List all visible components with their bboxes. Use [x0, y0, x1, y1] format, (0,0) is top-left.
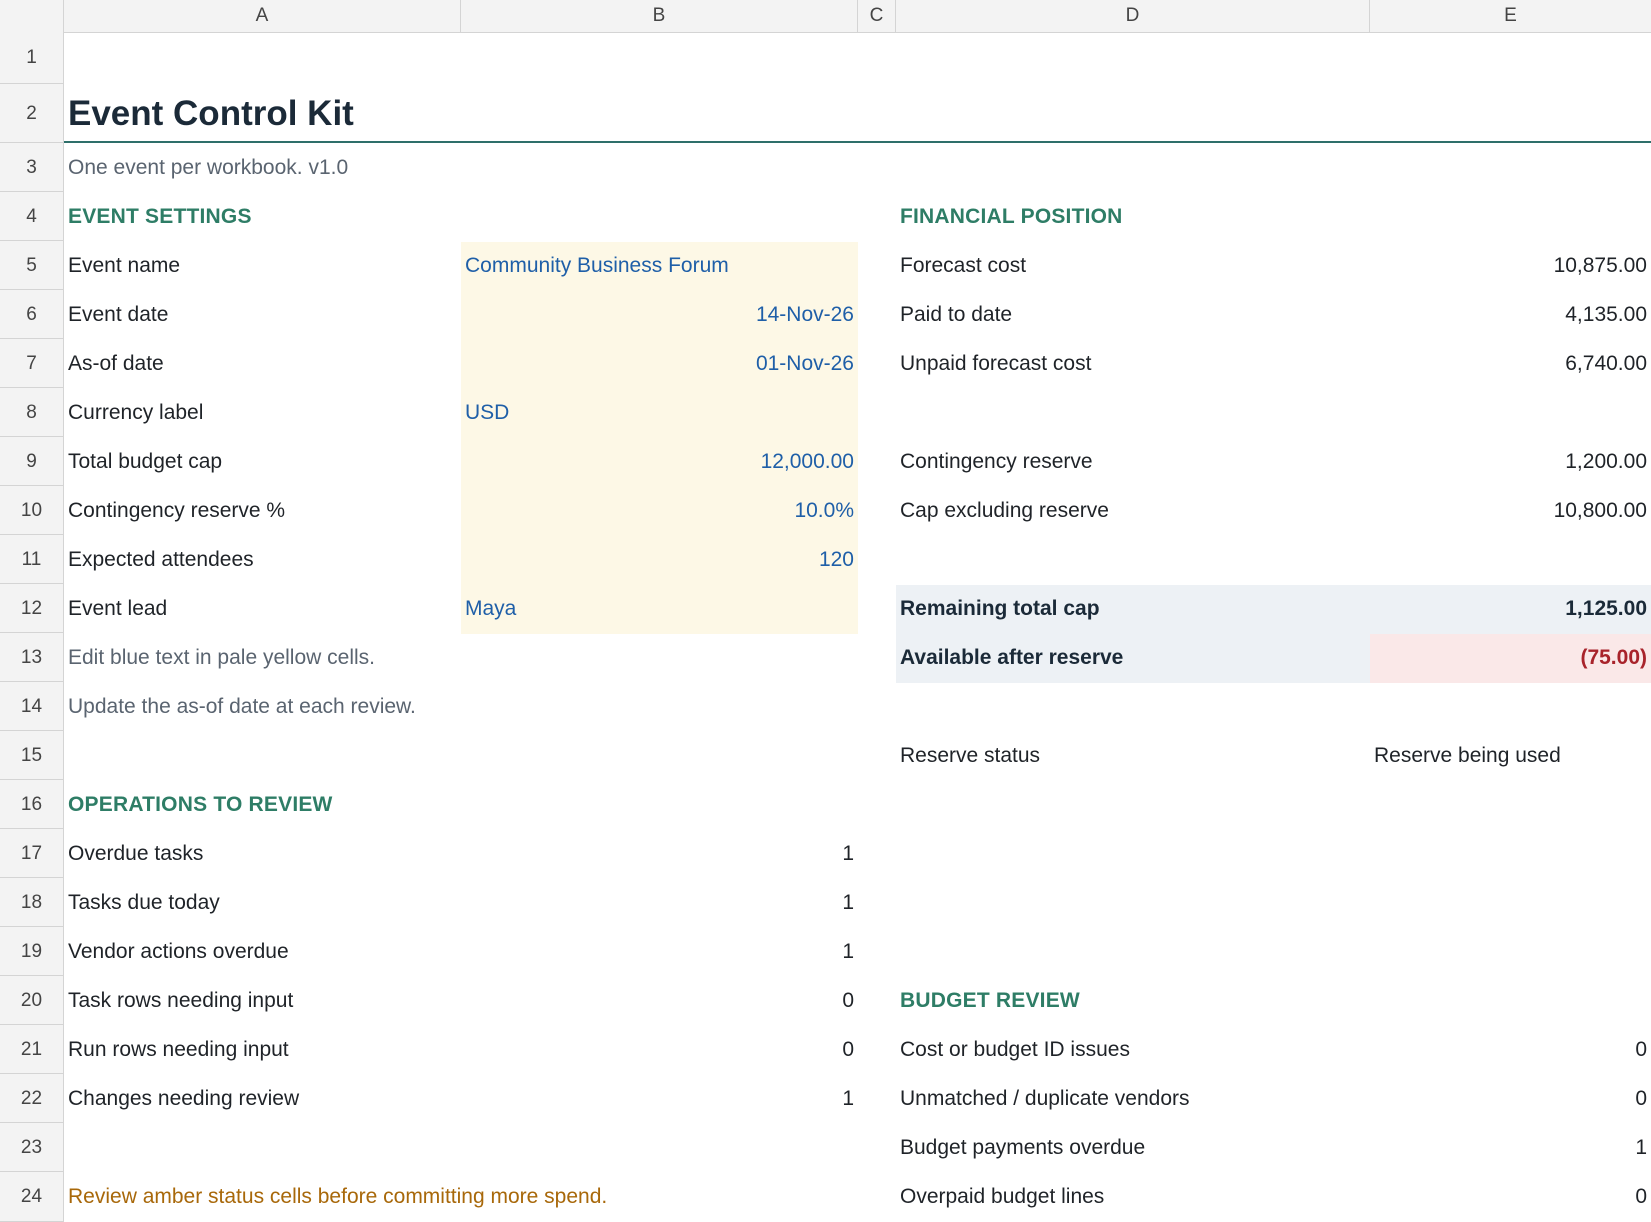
operations-value[interactable]: 1	[461, 1074, 858, 1123]
column-header-c[interactable]: C	[858, 0, 896, 32]
attendees-input[interactable]: 120	[461, 535, 858, 584]
column-header-d[interactable]: D	[896, 0, 1370, 32]
row-header[interactable]: 21	[0, 1025, 63, 1074]
finance-label[interactable]: Paid to date	[896, 290, 1370, 339]
row-header[interactable]: 12	[0, 584, 63, 633]
column-header-bar: A B C D E	[0, 0, 1651, 33]
finance-label[interactable]: Unpaid forecast cost	[896, 339, 1370, 388]
event-lead-input[interactable]: Maya	[461, 584, 858, 633]
operations-heading[interactable]: OPERATIONS TO REVIEW	[64, 780, 337, 829]
setting-label[interactable]: Event lead	[64, 584, 461, 633]
budget-review-label[interactable]: Overpaid budget lines	[896, 1172, 1370, 1222]
row-header-bar: 1 2 3 4 5 6 7 8 9 10 11 12 13 14 15 16 1…	[0, 32, 64, 1222]
event-settings-heading[interactable]: EVENT SETTINGS	[64, 192, 256, 241]
event-name-input[interactable]: Community Business Forum	[461, 241, 858, 290]
event-date-input[interactable]: 14-Nov-26	[461, 290, 858, 339]
operations-value[interactable]: 1	[461, 829, 858, 878]
operations-label[interactable]: Changes needing review	[64, 1074, 461, 1123]
finance-label[interactable]: Available after reserve	[896, 633, 1370, 682]
row-header[interactable]: 6	[0, 290, 63, 339]
row-header[interactable]: 5	[0, 241, 63, 290]
finance-label[interactable]: Contingency reserve	[896, 437, 1370, 486]
row-header[interactable]: 8	[0, 388, 63, 437]
setting-label[interactable]: Event date	[64, 290, 461, 339]
row-header[interactable]: 9	[0, 437, 63, 486]
operations-label[interactable]: Vendor actions overdue	[64, 927, 461, 976]
spreadsheet: A B C D E 1 2 3 4 5 6 7 8 9 10 11 12 13 …	[0, 0, 1651, 1222]
operations-value[interactable]: 1	[461, 927, 858, 976]
column-header-a[interactable]: A	[64, 0, 461, 32]
operations-label[interactable]: Overdue tasks	[64, 829, 461, 878]
paid-to-date-value[interactable]: 4,135.00	[1370, 290, 1651, 339]
budget-review-heading[interactable]: BUDGET REVIEW	[896, 976, 1084, 1025]
operations-value[interactable]: 0	[461, 1025, 858, 1074]
page-title[interactable]: Event Control Kit	[64, 84, 358, 143]
operations-value[interactable]: 0	[461, 976, 858, 1025]
operations-label[interactable]: Tasks due today	[64, 878, 461, 927]
budget-review-value[interactable]: 0	[1370, 1172, 1651, 1222]
row-header[interactable]: 10	[0, 486, 63, 535]
amber-warning-note[interactable]: Review amber status cells before committ…	[64, 1172, 611, 1222]
setting-label[interactable]: Currency label	[64, 388, 461, 437]
instruction-note[interactable]: Edit blue text in pale yellow cells.	[64, 633, 379, 682]
operations-value[interactable]: 1	[461, 878, 858, 927]
row-header[interactable]: 7	[0, 339, 63, 388]
instruction-note[interactable]: Update the as-of date at each review.	[64, 682, 420, 731]
contingency-reserve-value[interactable]: 1,200.00	[1370, 437, 1651, 486]
row-header[interactable]: 14	[0, 682, 63, 731]
setting-label[interactable]: Expected attendees	[64, 535, 461, 584]
financial-position-heading[interactable]: FINANCIAL POSITION	[896, 192, 1127, 241]
row-header[interactable]: 13	[0, 633, 63, 682]
budget-review-label[interactable]: Budget payments overdue	[896, 1123, 1370, 1172]
page-subtitle[interactable]: One event per workbook. v1.0	[64, 143, 352, 192]
select-all-corner[interactable]	[0, 0, 64, 32]
finance-label[interactable]: Reserve status	[896, 731, 1370, 780]
finance-label[interactable]: Remaining total cap	[896, 584, 1370, 633]
setting-label[interactable]: Event name	[64, 241, 461, 290]
as-of-date-input[interactable]: 01-Nov-26	[461, 339, 858, 388]
row-header[interactable]: 11	[0, 535, 63, 584]
remaining-total-cap-value[interactable]: 1,125.00	[1370, 584, 1651, 633]
unpaid-forecast-value[interactable]: 6,740.00	[1370, 339, 1651, 388]
row-header[interactable]: 16	[0, 780, 63, 829]
row-header[interactable]: 18	[0, 878, 63, 927]
available-after-reserve-value[interactable]: (75.00)	[1370, 633, 1651, 682]
row-header[interactable]: 22	[0, 1074, 63, 1123]
row-header[interactable]: 3	[0, 143, 63, 192]
finance-label[interactable]: Forecast cost	[896, 241, 1370, 290]
cap-excluding-reserve-value[interactable]: 10,800.00	[1370, 486, 1651, 535]
operations-label[interactable]: Task rows needing input	[64, 976, 461, 1025]
budget-review-label[interactable]: Cost or budget ID issues	[896, 1025, 1370, 1074]
column-header-b[interactable]: B	[461, 0, 858, 32]
forecast-cost-value[interactable]: 10,875.00	[1370, 241, 1651, 290]
column-header-e[interactable]: E	[1370, 0, 1651, 32]
row-header[interactable]: 24	[0, 1172, 63, 1222]
currency-input[interactable]: USD	[461, 388, 858, 437]
row-header[interactable]: 4	[0, 192, 63, 241]
setting-label[interactable]: As-of date	[64, 339, 461, 388]
budget-cap-input[interactable]: 12,000.00	[461, 437, 858, 486]
budget-review-label[interactable]: Unmatched / duplicate vendors	[896, 1074, 1370, 1123]
row-header[interactable]: 23	[0, 1123, 63, 1172]
row-header[interactable]: 17	[0, 829, 63, 878]
row-header[interactable]: 1	[0, 32, 63, 84]
row-header[interactable]: 19	[0, 927, 63, 976]
setting-label[interactable]: Total budget cap	[64, 437, 461, 486]
budget-review-value[interactable]: 1	[1370, 1123, 1651, 1172]
row-header[interactable]: 20	[0, 976, 63, 1025]
reserve-status-value[interactable]: Reserve being used	[1370, 731, 1651, 780]
row-header[interactable]: 2	[0, 84, 63, 143]
row-header[interactable]: 15	[0, 731, 63, 780]
budget-review-value[interactable]: 0	[1370, 1074, 1651, 1123]
reserve-percent-input[interactable]: 10.0%	[461, 486, 858, 535]
budget-review-value[interactable]: 0	[1370, 1025, 1651, 1074]
operations-label[interactable]: Run rows needing input	[64, 1025, 461, 1074]
finance-label[interactable]: Cap excluding reserve	[896, 486, 1370, 535]
setting-label[interactable]: Contingency reserve %	[64, 486, 461, 535]
